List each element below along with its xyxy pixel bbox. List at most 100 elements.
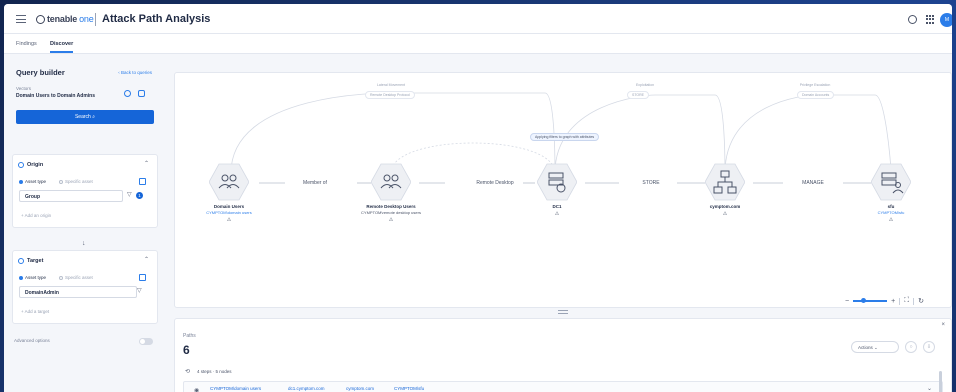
- resize-handle[interactable]: [558, 310, 568, 314]
- paths-panel: × Paths 6 Actions ⌄ ○ ⇩ ⟲ 4 steps · 5 no…: [174, 318, 952, 392]
- path-steps: 4 steps · 5 nodes: [197, 369, 232, 374]
- target-icon: [18, 258, 24, 264]
- back-to-queries-link[interactable]: ‹ Back to queries: [118, 70, 152, 75]
- alert-icon: ⚠: [888, 217, 894, 223]
- delete-icon[interactable]: [139, 178, 146, 185]
- advanced-options-toggle[interactable]: [139, 338, 153, 345]
- paths-title: Paths: [183, 333, 196, 339]
- edge-label: Member of: [303, 180, 327, 186]
- node-sublabel: CYMPTOM\domain users: [206, 210, 252, 215]
- origin-icon: [18, 162, 24, 168]
- graph-node-cymptom-com[interactable]: [705, 163, 745, 201]
- scrollbar[interactable]: [939, 371, 942, 392]
- query-sidebar: Query builder ‹ Back to queries Vectors …: [12, 62, 158, 392]
- chevron-up-icon[interactable]: ⌃: [144, 160, 149, 167]
- alert-icon: ⚠: [554, 211, 560, 217]
- refresh-graph-icon[interactable]: ↻: [918, 297, 924, 305]
- page-title: Attack Path Analysis: [102, 13, 211, 25]
- share-button[interactable]: ○: [905, 341, 917, 353]
- tab-discover[interactable]: Discover: [50, 41, 74, 53]
- node-label: Domain Users: [213, 204, 245, 209]
- path-chip[interactable]: cymptom.com: [346, 386, 374, 391]
- origin-title: Origin: [27, 162, 44, 168]
- logo-suffix: one: [79, 14, 94, 24]
- path-chip[interactable]: CYMPTOM\sfu: [394, 386, 424, 391]
- node-label: Remote Desktop Users: [366, 204, 416, 209]
- query-builder-title: Query builder: [16, 68, 65, 77]
- delete-icon[interactable]: [139, 274, 146, 281]
- target-title: Target: [27, 258, 44, 264]
- node-sublabel: CYMPTOM\sfu: [877, 210, 905, 215]
- actions-dropdown[interactable]: Actions ⌄: [851, 341, 899, 353]
- search-button[interactable]: Search ⌕: [16, 110, 154, 124]
- graph-node-sfu[interactable]: [871, 163, 911, 201]
- zoom-out-button[interactable]: −: [845, 298, 849, 305]
- chevron-down-icon[interactable]: ⌄: [927, 385, 932, 392]
- origin-card: Origin ⌃ Asset type Specific asset Group…: [12, 154, 158, 228]
- tab-findings[interactable]: Findings: [16, 41, 37, 47]
- zoom-controls: − + ⛶ ↻: [845, 297, 924, 305]
- fit-screen-icon[interactable]: ⛶: [904, 297, 909, 305]
- alert-icon: ⚠: [226, 217, 232, 223]
- path-row[interactable]: ◉ CYMPTOM\domain users dc1.cymptom.com c…: [183, 381, 943, 392]
- download-button[interactable]: ⇩: [923, 341, 935, 353]
- target-asset-type-radio[interactable]: Asset type: [19, 275, 46, 280]
- add-target-link[interactable]: + Add a target: [21, 309, 49, 314]
- title-divider: [95, 13, 96, 26]
- arc-tag-exploitation: Exploitation: [635, 83, 655, 87]
- logo-brand: tenable: [47, 14, 78, 24]
- vectors-label: Vectors: [16, 86, 32, 91]
- graph-info-pill: Applying filters to graph with attribute…: [530, 133, 600, 141]
- tab-bar: Findings Discover: [4, 34, 952, 54]
- graph-node-dc1[interactable]: [537, 163, 577, 201]
- avatar[interactable]: M: [940, 13, 952, 27]
- refresh-icon[interactable]: [124, 90, 131, 97]
- node-label: sfu: [887, 204, 895, 209]
- alert-icon: ⚠: [722, 211, 728, 217]
- arc-pill-store[interactable]: STORE: [627, 91, 649, 99]
- origin-asset-field[interactable]: Group: [19, 190, 123, 202]
- app-grid-icon[interactable]: [926, 15, 935, 24]
- edge-label: STORE: [642, 180, 660, 186]
- advanced-options-label: Advanced options: [14, 338, 50, 343]
- alert-icon: ⚠: [388, 217, 394, 223]
- graph-node-remote-desktop-users[interactable]: [371, 163, 411, 201]
- edge-label: MANAGE: [802, 180, 824, 186]
- attack-path-graph[interactable]: Lateral Movement Remote Desktop Protocol…: [174, 72, 952, 308]
- hamburger-menu-icon[interactable]: [16, 15, 26, 23]
- query-builder-card: Query builder ‹ Back to queries Vectors …: [12, 62, 158, 132]
- filter-count-badge: 1: [136, 192, 143, 199]
- origin-asset-type-radio[interactable]: Asset type: [19, 179, 46, 184]
- chevron-up-icon[interactable]: ⌃: [144, 256, 149, 263]
- save-icon[interactable]: [138, 90, 145, 97]
- node-label: cymptom.com: [709, 204, 741, 209]
- tenable-one-logo[interactable]: tenable one: [36, 14, 94, 24]
- eye-icon[interactable]: ◉: [194, 387, 199, 392]
- zoom-in-button[interactable]: +: [891, 298, 895, 305]
- zoom-slider[interactable]: [853, 298, 888, 303]
- arrow-down-icon: ↓: [82, 240, 86, 247]
- arc-pill-rdp[interactable]: Remote Desktop Protocol: [365, 91, 415, 99]
- node-label: DC1: [552, 204, 562, 209]
- filter-icon[interactable]: ▽: [137, 287, 142, 294]
- graph-node-domain-users[interactable]: [209, 163, 249, 201]
- path-icon: ⟲: [185, 369, 191, 375]
- node-sublabel: CYMPTOM\remote desktop users: [361, 210, 421, 215]
- logo-ring-icon: [36, 14, 45, 24]
- arc-tag-privilege-escalation: Privilege Escalation: [799, 83, 831, 87]
- top-bar: tenable one Attack Path Analysis M: [4, 4, 952, 34]
- path-chip[interactable]: CYMPTOM\domain users: [210, 386, 261, 391]
- edge-label: Remote Desktop: [476, 180, 514, 186]
- target-asset-field[interactable]: DomainAdmin: [19, 286, 137, 298]
- close-icon[interactable]: ×: [941, 322, 945, 328]
- gear-icon[interactable]: [908, 15, 917, 24]
- target-specific-asset-radio[interactable]: Specific asset: [59, 275, 93, 280]
- origin-specific-asset-radio[interactable]: Specific asset: [59, 179, 93, 184]
- target-card: Target ⌃ Asset type Specific asset Domai…: [12, 250, 158, 324]
- filter-icon[interactable]: ▽: [127, 191, 132, 198]
- add-origin-link[interactable]: + Add an origin: [21, 213, 51, 218]
- app-frame: tenable one Attack Path Analysis M Findin…: [4, 4, 952, 392]
- paths-count: 6: [183, 343, 190, 357]
- arc-pill-domain-accounts[interactable]: Domain Accounts: [797, 91, 835, 99]
- path-chip[interactable]: dc1.cymptom.com: [288, 386, 325, 391]
